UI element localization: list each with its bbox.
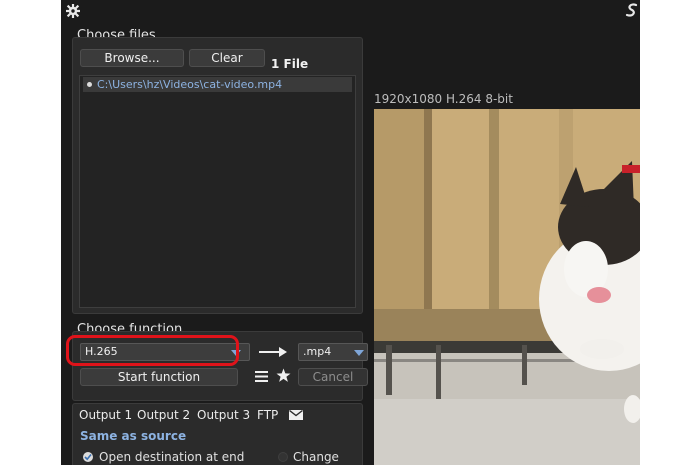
app-window: Choose files Browse... Clear 1 File C:\U… bbox=[61, 0, 640, 465]
tab-output-2[interactable]: Output 2 bbox=[137, 408, 190, 422]
container-select-value: .mp4 bbox=[303, 345, 332, 358]
output-panel: Output 1 Output 2 Output 3 FTP Same as s… bbox=[72, 403, 363, 465]
envelope-icon[interactable] bbox=[289, 410, 303, 420]
same-as-source-label[interactable]: Same as source bbox=[80, 429, 186, 443]
container-select[interactable]: .mp4 bbox=[298, 343, 368, 361]
list-item[interactable]: C:\Users\hz\Videos\cat-video.mp4 bbox=[83, 77, 352, 92]
open-destination-checkbox[interactable] bbox=[83, 452, 93, 462]
codec-highlight-outline bbox=[66, 335, 239, 366]
open-destination-label: Open destination at end bbox=[99, 450, 245, 464]
choose-files-panel: Browse... Clear 1 File C:\Users\hz\Video… bbox=[72, 37, 363, 314]
start-function-button[interactable]: Start function bbox=[80, 368, 238, 386]
cancel-button[interactable]: Cancel bbox=[298, 368, 368, 386]
clear-button[interactable]: Clear bbox=[189, 49, 265, 67]
file-list[interactable]: C:\Users\hz\Videos\cat-video.mp4 bbox=[79, 75, 356, 308]
change-label: Change bbox=[293, 450, 339, 464]
browse-button[interactable]: Browse... bbox=[80, 49, 184, 67]
tab-output-3[interactable]: Output 3 bbox=[197, 408, 250, 422]
chevron-down-icon bbox=[354, 350, 364, 356]
checkmark-icon bbox=[84, 453, 92, 461]
change-radio[interactable] bbox=[278, 452, 288, 462]
arrow-right-icon bbox=[259, 347, 287, 357]
star-icon[interactable] bbox=[276, 368, 291, 383]
file-count: 1 File bbox=[271, 57, 309, 71]
file-bullet bbox=[87, 82, 92, 87]
file-path: C:\Users\hz\Videos\cat-video.mp4 bbox=[97, 78, 283, 91]
app-logo-icon bbox=[625, 3, 638, 17]
tab-ftp[interactable]: FTP bbox=[257, 408, 278, 422]
gear-icon[interactable] bbox=[66, 4, 80, 18]
list-icon[interactable] bbox=[254, 369, 269, 384]
tab-output-1[interactable]: Output 1 bbox=[79, 408, 132, 422]
video-info: 1920x1080 H.264 8-bit bbox=[374, 92, 513, 106]
video-preview bbox=[374, 109, 640, 465]
